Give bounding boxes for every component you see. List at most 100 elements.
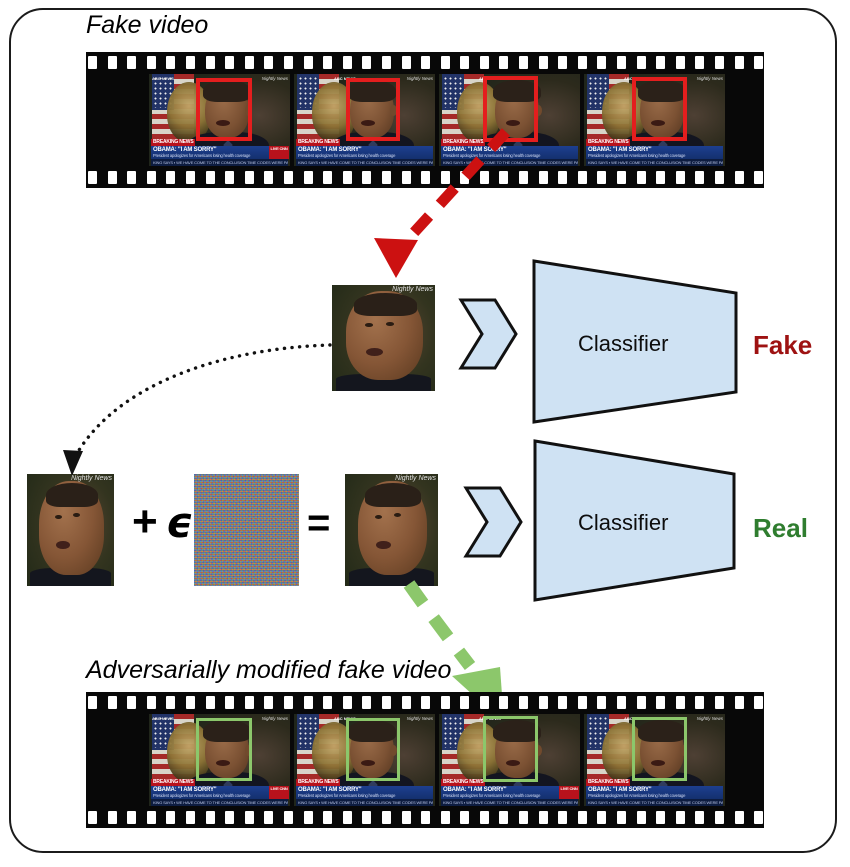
film-perforation (146, 171, 156, 184)
film-perforation (127, 56, 137, 69)
film-perforation (715, 171, 724, 184)
film-perforation (401, 696, 411, 709)
film-perforation (166, 171, 176, 184)
lower-third-bar: OBAMA: "I AM SORRY" President apologizes… (296, 786, 433, 799)
film-perforation (440, 696, 450, 709)
face-mouth (366, 348, 383, 357)
face-detection-box (196, 78, 252, 141)
face-detection-box (346, 718, 400, 781)
film-perforation (754, 171, 764, 184)
film-perforation (225, 171, 235, 184)
film-perforation (460, 811, 470, 824)
corner-watermark: Nightly News (392, 286, 433, 293)
film-perforation (381, 171, 391, 184)
film-perforation (636, 696, 646, 709)
film-perforation (244, 56, 254, 69)
breaking-news-banner: BREAKING NEWS (441, 779, 486, 786)
film-perforation (695, 696, 705, 709)
film-perforation (715, 56, 724, 69)
film-perforation (107, 696, 117, 709)
film-perforation (734, 171, 744, 184)
face-detection-box (632, 77, 687, 141)
film-perforation (225, 696, 235, 709)
film-perforation-row-bottom (86, 167, 764, 188)
network-corner-logo: ABC NEWS (152, 716, 174, 721)
breaking-news-banner: BREAKING NEWS (296, 139, 341, 146)
adversarial-video-filmstrip: ABC NEWS Nightly News BREAKING NEWS OBAM… (86, 692, 764, 828)
video-frame: ABC NEWS BREAKING NEWS OBAMA: "I AM SORR… (439, 74, 580, 166)
film-perforation (479, 171, 489, 184)
film-perforation (323, 171, 333, 184)
film-perforation (558, 696, 568, 709)
figure-canvas: Fake video ABC NEWS Nightly News BREAKIN… (0, 0, 850, 867)
film-perforation (323, 696, 333, 709)
film-perforation (264, 56, 274, 69)
classifier-label-top: Classifier (578, 331, 669, 356)
film-perforation (421, 696, 431, 709)
film-perforation (460, 696, 470, 709)
film-perforation (205, 696, 215, 709)
film-perforation (342, 696, 352, 709)
film-perforation (264, 696, 274, 709)
film-perforation (146, 811, 156, 824)
film-perforation (244, 696, 254, 709)
film-perforation (127, 171, 137, 184)
film-perforation (597, 811, 607, 824)
film-perforation (734, 56, 744, 69)
face-hair (364, 482, 422, 508)
film-perforation (421, 811, 431, 824)
news-ticker: KING SAYS ▪ WE HAVE COME TO THE CONCLUSI… (296, 799, 433, 806)
lower-third-bar: OBAMA: "I AM SORRY" President apologizes… (441, 786, 578, 799)
video-frame: ABC NEWS BREAKING NEWS OBAMA: "I AM SORR… (439, 714, 580, 806)
subheadline-text: President apologizes for Americans losin… (298, 793, 396, 798)
film-perforation (401, 56, 411, 69)
subheadline-text: President apologizes for Americans losin… (443, 793, 541, 798)
film-frames-row: ABC NEWS Nightly News BREAKING NEWS OBAM… (86, 714, 764, 806)
lower-third-bar: OBAMA: "I AM SORRY" President apologizes… (151, 786, 288, 799)
film-perforation (205, 56, 215, 69)
film-perforation (695, 56, 705, 69)
film-perforation (538, 696, 548, 709)
breaking-news-banner: BREAKING NEWS (296, 779, 341, 786)
film-perforation (617, 696, 627, 709)
news-ticker: KING SAYS ▪ WE HAVE COME TO THE CONCLUSI… (151, 159, 288, 166)
film-perforation (675, 171, 685, 184)
film-frames-row: ABC NEWS Nightly News BREAKING NEWS OBAM… (86, 74, 764, 166)
film-perforation (617, 811, 627, 824)
film-perforation (381, 696, 391, 709)
lower-third-bar: OBAMA: "I AM SORRY" President apologizes… (586, 786, 723, 799)
film-perforation (695, 811, 705, 824)
film-perforation (88, 811, 97, 824)
news-ticker: KING SAYS ▪ WE HAVE COME TO THE CONCLUSI… (441, 799, 578, 806)
film-perforation (675, 696, 685, 709)
face-detection-box (632, 717, 687, 781)
news-logo: LIVE CNN (559, 786, 579, 799)
equals-operator: = (307, 501, 331, 545)
face-detection-box (483, 716, 538, 782)
face-eye-right (393, 512, 402, 517)
film-perforation (283, 811, 293, 824)
verdict-fake: Fake (753, 330, 813, 360)
film-perforation (323, 56, 333, 69)
plus-operator: + (132, 497, 158, 546)
film-perforation (283, 171, 293, 184)
film-perforation (166, 811, 176, 824)
film-perforation (577, 811, 587, 824)
face-hair (45, 482, 99, 508)
video-frame: ABC NEWS Nightly News BREAKING NEWS OBAM… (294, 74, 435, 166)
page-title-fake-video: Fake video (86, 11, 209, 39)
perturbed-face-output: Nightly News (345, 474, 438, 586)
film-perforation (577, 696, 587, 709)
face-head (346, 291, 423, 381)
page-title-adversarial-video: Adversarially modified fake video (86, 656, 452, 684)
film-perforation (597, 696, 607, 709)
film-perforation (185, 56, 195, 69)
face-detection-box (196, 718, 252, 781)
film-perforation (166, 56, 176, 69)
epsilon-symbol: ϵ (166, 498, 194, 547)
film-perforation (597, 56, 607, 69)
news-ticker: KING SAYS ▪ WE HAVE COME TO THE CONCLUSI… (441, 159, 578, 166)
face-eye-left (54, 514, 62, 519)
film-perforation (519, 811, 529, 824)
film-perforation (88, 696, 97, 709)
